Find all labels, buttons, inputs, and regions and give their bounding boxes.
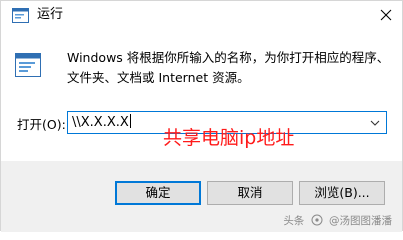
open-input-value: \\X.X.X.X xyxy=(72,115,129,130)
run-app-icon xyxy=(12,8,29,23)
annotation-text: 共享电脑ip地址 xyxy=(163,127,295,149)
text-caret xyxy=(129,114,131,128)
watermark: 头条 @汤图图潘潘 xyxy=(283,213,392,228)
run-dialog: 运行 Windows 将根据你所输入的名称，为你打开相应的程序、 文件夹、文档或… xyxy=(0,0,403,232)
cancel-button[interactable]: 取消 xyxy=(207,181,293,205)
close-icon[interactable] xyxy=(378,7,394,23)
dialog-description: Windows 将根据你所输入的名称，为你打开相应的程序、 文件夹、文档或 In… xyxy=(67,48,390,88)
watermark-handle: @汤图图潘潘 xyxy=(329,215,392,227)
description-line-2: 文件夹、文档或 Internet 资源。 xyxy=(67,70,250,85)
open-input[interactable]: \\X.X.X.X xyxy=(72,114,131,130)
watermark-prefix: 头条 xyxy=(283,215,305,227)
button-footer: 确定 取消 浏览(B)... 头条 @汤图图潘潘 xyxy=(1,161,402,232)
browse-button[interactable]: 浏览(B)... xyxy=(299,181,385,205)
ok-button[interactable]: 确定 xyxy=(115,181,201,205)
description-line-1: Windows 将根据你所输入的名称，为你打开相应的程序、 xyxy=(67,50,390,65)
window-title: 运行 xyxy=(37,7,64,22)
chevron-down-icon[interactable] xyxy=(370,118,380,128)
run-app-icon xyxy=(15,53,41,77)
open-label: 打开(O): xyxy=(17,117,66,132)
title-bar: 运行 xyxy=(1,1,402,31)
watermark-logo-icon xyxy=(311,214,323,226)
